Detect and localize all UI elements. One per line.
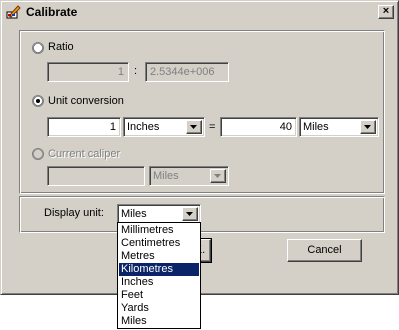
conversion-left-value-input[interactable]: 1	[47, 117, 121, 137]
chevron-down-icon[interactable]	[182, 207, 198, 221]
app-icon	[6, 5, 21, 19]
caliper-value-field	[47, 166, 145, 186]
chevron-down-icon[interactable]	[360, 120, 376, 134]
dropdown-option-inches[interactable]: Inches	[119, 276, 199, 289]
current-caliper-label: Current caliper	[48, 148, 121, 160]
conversion-left-unit-value: Inches	[127, 121, 160, 133]
ratio-separator: :	[134, 65, 138, 77]
chevron-down-icon	[210, 169, 226, 183]
display-unit-select[interactable]: Miles	[117, 204, 201, 224]
window-title: Calibrate	[26, 5, 78, 19]
ratio-label[interactable]: Ratio	[48, 41, 74, 53]
ratio-right-field: 2.5344e+006	[145, 62, 229, 82]
conversion-right-value-input[interactable]: 40	[220, 117, 297, 137]
dropdown-option-yards[interactable]: Yards	[119, 302, 199, 315]
conversion-right-unit-value: Miles	[303, 121, 329, 133]
caliper-unit-select: Miles	[149, 166, 229, 186]
dropdown-option-metres[interactable]: Metres	[119, 250, 199, 263]
caliper-unit-value: Miles	[153, 170, 179, 182]
conversion-right-unit-select[interactable]: Miles	[299, 117, 379, 137]
ratio-left-field: 1	[47, 62, 129, 82]
close-icon: ×	[382, 5, 390, 17]
chevron-down-icon[interactable]	[186, 120, 202, 134]
unit-conversion-label[interactable]: Unit conversion	[48, 95, 124, 107]
ratio-radio[interactable]	[32, 42, 44, 54]
cancel-button[interactable]: Cancel	[287, 239, 362, 262]
dropdown-option-feet[interactable]: Feet	[119, 289, 199, 302]
dropdown-option-centimetres[interactable]: Centimetres	[119, 237, 199, 250]
title-bar[interactable]: Calibrate ×	[3, 3, 396, 20]
conversion-left-unit-select[interactable]: Inches	[123, 117, 205, 137]
display-unit-label: Display unit:	[44, 207, 104, 219]
dropdown-option-millimetres[interactable]: Millimetres	[119, 224, 199, 237]
equals-sign: =	[209, 121, 216, 133]
dropdown-option-kilometres[interactable]: Kilometres	[119, 263, 199, 276]
display-unit-dropdown: Millimetres Centimetres Metres Kilometre…	[117, 222, 201, 329]
unit-conversion-radio[interactable]	[32, 95, 44, 107]
display-unit-value: Miles	[121, 208, 147, 220]
cancel-button-label: Cancel	[307, 244, 342, 256]
current-caliper-radio	[32, 148, 44, 160]
close-button[interactable]: ×	[378, 5, 394, 19]
dropdown-option-miles[interactable]: Miles	[119, 315, 199, 328]
